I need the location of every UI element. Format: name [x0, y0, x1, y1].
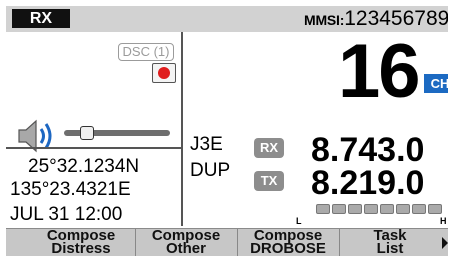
compose-distress-softkey[interactable]: Compose Distress	[28, 228, 134, 256]
meter-segment	[428, 204, 442, 214]
duplex-mode: DUP	[190, 160, 231, 181]
compose-drobose-softkey[interactable]: Compose DROBOSE	[238, 228, 338, 256]
volume-slider[interactable]	[64, 126, 170, 140]
meter-segment	[316, 204, 330, 214]
date-time: JUL 31 12:00	[10, 204, 123, 225]
channel-number: 16	[338, 29, 421, 114]
panel-divider	[6, 147, 181, 149]
volume-knob[interactable]	[80, 126, 94, 140]
softkey-line2: Other	[165, 240, 206, 256]
rx-badge: RX	[254, 138, 284, 158]
meter-segment	[412, 204, 426, 214]
rx-frequency: 8.743.0	[311, 131, 425, 169]
operating-mode: J3E	[190, 134, 223, 155]
meter-segment	[380, 204, 394, 214]
record-button[interactable]	[152, 63, 176, 83]
tx-badge: TX	[254, 171, 284, 191]
meter-low-label: L	[296, 216, 302, 226]
rx-mode-tag: RX	[12, 9, 70, 28]
softkey-line2: Distress	[51, 240, 111, 256]
compose-other-softkey[interactable]: Compose Other	[136, 228, 236, 256]
left-panel: DSC (1) 25°32.1234N 135°23.4321E JUL 31 …	[6, 32, 183, 226]
mmsi-label: MMSI:	[304, 12, 345, 28]
task-list-softkey[interactable]: Task List	[340, 228, 440, 256]
meter-segment	[348, 204, 362, 214]
mmsi-display: MMSI:123456789	[304, 8, 448, 31]
next-page-arrow-icon[interactable]	[442, 237, 448, 249]
meter-high-label: H	[440, 216, 447, 226]
channel-tag: CH	[424, 74, 448, 93]
meter-segment	[364, 204, 378, 214]
softkey-line2: DROBOSE	[250, 240, 326, 256]
record-dot-icon	[158, 67, 170, 79]
tx-frequency: 8.219.0	[311, 164, 425, 202]
dsc-indicator: DSC (1)	[118, 43, 174, 61]
longitude: 135°23.4321E	[10, 179, 131, 200]
meter-segment	[396, 204, 410, 214]
mmsi-value: 123456789	[344, 7, 448, 30]
meter-segment	[332, 204, 346, 214]
softkey-line2: List	[376, 240, 404, 256]
signal-meter: L H	[296, 204, 447, 228]
radio-display: RX MMSI:123456789 DSC (1) 25°32.1234N 13…	[6, 6, 448, 256]
latitude: 25°32.1234N	[28, 156, 140, 177]
softkey-bar: Compose Distress Compose Other Compose D…	[6, 228, 448, 256]
